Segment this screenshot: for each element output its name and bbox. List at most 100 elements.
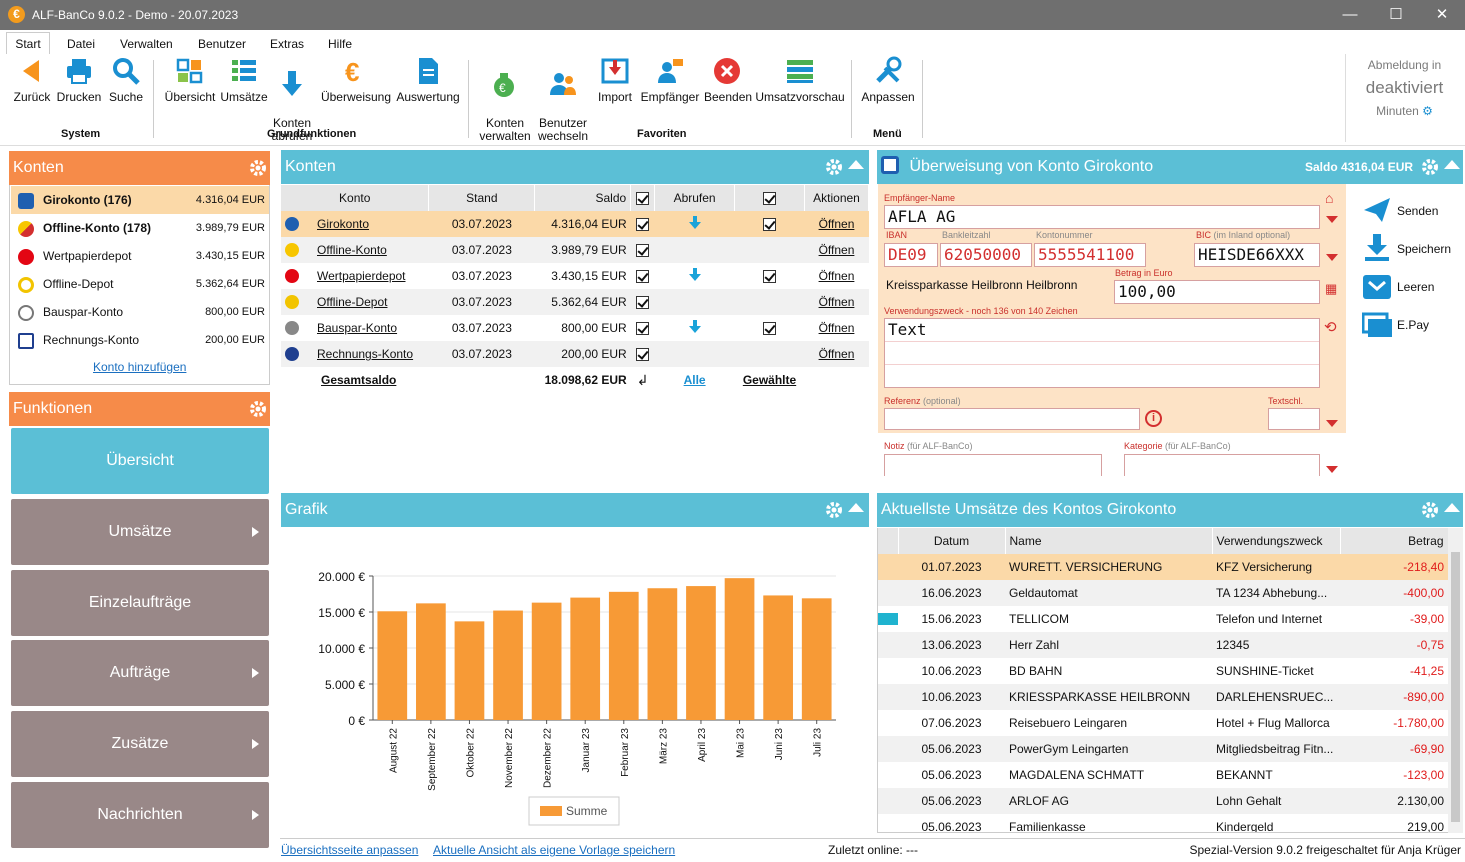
- table-row[interactable]: 10.06.2023 KRIESSPARKASSE HEILBRONN DARLEH…: [878, 684, 1448, 710]
- return-arrow-icon[interactable]: ↲: [631, 367, 655, 393]
- evaluation-button[interactable]: Auswertung: [396, 56, 460, 104]
- col-purpose[interactable]: Verwendungszweck: [1212, 528, 1341, 554]
- col-konto[interactable]: Konto: [281, 185, 430, 211]
- function-single-orders-button[interactable]: Einzelaufträge: [11, 570, 269, 636]
- open-link[interactable]: Öffnen: [819, 217, 855, 231]
- col-saldo-check[interactable]: [630, 185, 656, 211]
- table-row[interactable]: Wertpapierdepot 03.07.2023 3.430,15 EUR Öff…: [281, 263, 869, 289]
- col-amount[interactable]: Betrag: [1340, 528, 1449, 554]
- open-link[interactable]: Öffnen: [819, 269, 855, 283]
- table-row[interactable]: Bauspar-Konto 03.07.2023 800,00 EUR Öffnen: [281, 315, 869, 341]
- import-button[interactable]: Import: [595, 56, 635, 104]
- recipient-name-input[interactable]: AFLA AG: [884, 205, 1320, 229]
- table-row[interactable]: 10.06.2023 BD BAHN SUNSHINE-Ticket -41,25: [878, 658, 1448, 684]
- send-button[interactable]: Senden: [1362, 196, 1462, 226]
- table-row[interactable]: 16.06.2023 Geldautomat TA 1234 Abhebung...…: [878, 580, 1448, 606]
- tab-benutzer[interactable]: Benutzer: [198, 37, 246, 51]
- checkbox[interactable]: [636, 192, 650, 206]
- function-extras-button[interactable]: Zusätze: [11, 711, 269, 777]
- collapse-icon[interactable]: [848, 503, 864, 512]
- open-link[interactable]: Öffnen: [819, 347, 855, 361]
- back-button[interactable]: Zurück: [12, 56, 52, 104]
- function-transactions-button[interactable]: Umsätze: [11, 499, 269, 565]
- checkbox[interactable]: [763, 192, 776, 206]
- transactions-scrollbar[interactable]: [1448, 528, 1463, 833]
- account-number-input[interactable]: 5555541100: [1034, 243, 1146, 267]
- table-row[interactable]: 05.06.2023 PowerGym Leingarten Mitgliedsbe…: [878, 736, 1448, 762]
- account-link[interactable]: Rechnungs-Konto: [317, 347, 413, 361]
- col-aktionen[interactable]: Aktionen: [804, 185, 870, 211]
- checkbox[interactable]: [763, 322, 776, 336]
- account-link[interactable]: Wertpapierdepot: [317, 269, 406, 283]
- open-link[interactable]: Öffnen: [819, 243, 855, 257]
- transfer-button[interactable]: € Überweisung: [320, 56, 392, 104]
- reference-input[interactable]: [884, 408, 1140, 430]
- minimize-button[interactable]: —: [1327, 0, 1373, 30]
- quit-button[interactable]: Beenden: [704, 56, 752, 104]
- checkbox[interactable]: [636, 270, 650, 284]
- dropdown-arrow-icon[interactable]: [1326, 420, 1338, 427]
- home-icon[interactable]: ⌂: [1325, 190, 1333, 206]
- col-abrufen-check[interactable]: [734, 185, 805, 211]
- col-name[interactable]: Name: [1005, 528, 1213, 554]
- sidebar-account-wertpapierdepot[interactable]: Wertpapierdepot 3.430,15 EUR: [11, 242, 269, 270]
- gear-icon[interactable]: [249, 400, 267, 418]
- tab-hilfe[interactable]: Hilfe: [328, 37, 352, 51]
- scrollbar-thumb[interactable]: [1451, 552, 1460, 822]
- sidebar-account-offline-depot[interactable]: Offline-Depot 5.362,64 EUR: [11, 270, 269, 298]
- total-label[interactable]: Gesamtsaldo: [321, 373, 396, 387]
- table-row[interactable]: Offline-Konto 03.07.2023 3.989,79 EUR Öffne…: [281, 237, 869, 263]
- open-link[interactable]: Öffnen: [819, 321, 855, 335]
- print-button[interactable]: Drucken: [56, 56, 102, 104]
- search-button[interactable]: Suche: [106, 56, 146, 104]
- function-overview-button[interactable]: Übersicht: [11, 428, 269, 494]
- table-row[interactable]: 13.06.2023 Herr Zahl 12345 -0,75: [878, 632, 1448, 658]
- checkbox[interactable]: [636, 348, 650, 362]
- add-account-link[interactable]: Konto hinzufügen: [93, 360, 186, 374]
- gear-icon[interactable]: ⚙: [1422, 104, 1433, 118]
- maximize-button[interactable]: ☐: [1373, 0, 1419, 30]
- blz-input[interactable]: 62050000: [940, 243, 1032, 267]
- bic-input[interactable]: HEISDE66XXX: [1194, 243, 1320, 267]
- dropdown-arrow-icon[interactable]: [1326, 254, 1338, 261]
- amount-input[interactable]: 100,00: [1114, 280, 1320, 304]
- account-link[interactable]: Offline-Depot: [317, 295, 387, 309]
- table-row[interactable]: Rechnungs-Konto 03.07.2023 200,00 EUR Öffne…: [281, 341, 869, 367]
- col-stand[interactable]: Stand: [428, 185, 536, 211]
- dropdown-arrow-icon[interactable]: [1326, 466, 1338, 473]
- auto-logout-minutes[interactable]: Minuten ⚙: [1346, 104, 1463, 118]
- function-messages-button[interactable]: Nachrichten: [11, 782, 269, 848]
- gear-icon[interactable]: [825, 158, 843, 176]
- checkbox[interactable]: [636, 296, 650, 310]
- open-link[interactable]: Öffnen: [819, 295, 855, 309]
- collapse-icon[interactable]: [1444, 160, 1460, 169]
- gear-icon[interactable]: [1421, 158, 1439, 176]
- fetch-all-link[interactable]: Alle: [684, 373, 706, 387]
- checkbox[interactable]: [636, 322, 650, 336]
- col-saldo[interactable]: Saldo: [534, 185, 632, 211]
- checkbox[interactable]: [636, 218, 650, 232]
- table-row[interactable]: 07.06.2023 Reisebuero Leingaren Hotel + Fl…: [878, 710, 1448, 736]
- category-input[interactable]: [1124, 454, 1320, 476]
- overview-button[interactable]: Übersicht: [162, 56, 218, 104]
- account-link[interactable]: Girokonto: [317, 217, 369, 231]
- fetch-cell[interactable]: [655, 211, 735, 237]
- tab-datei[interactable]: Datei: [67, 37, 95, 51]
- sidebar-account-girokonto[interactable]: Girokonto (176) 4.316,04 EUR: [11, 186, 269, 214]
- function-orders-button[interactable]: Aufträge: [11, 640, 269, 706]
- refresh-icon[interactable]: ⟲: [1324, 318, 1337, 336]
- calculator-icon[interactable]: ▦: [1325, 281, 1337, 297]
- gear-icon[interactable]: [249, 159, 267, 177]
- sidebar-account-bauspar-konto[interactable]: Bauspar-Konto 800,00 EUR: [11, 298, 269, 326]
- note-input[interactable]: [884, 454, 1102, 476]
- gear-icon[interactable]: [825, 501, 843, 519]
- close-button[interactable]: ✕: [1419, 0, 1465, 30]
- tab-extras[interactable]: Extras: [270, 37, 304, 51]
- iban-prefix-input[interactable]: DE09: [884, 243, 938, 267]
- info-icon[interactable]: i: [1145, 410, 1162, 427]
- manage-accounts-button[interactable]: € Konten verwalten: [478, 56, 532, 143]
- fetch-cell[interactable]: [655, 341, 735, 367]
- clear-button[interactable]: Leeren: [1362, 272, 1462, 302]
- purpose-input[interactable]: Text: [884, 318, 1320, 388]
- fetch-selected-link[interactable]: Gewählte: [743, 373, 796, 387]
